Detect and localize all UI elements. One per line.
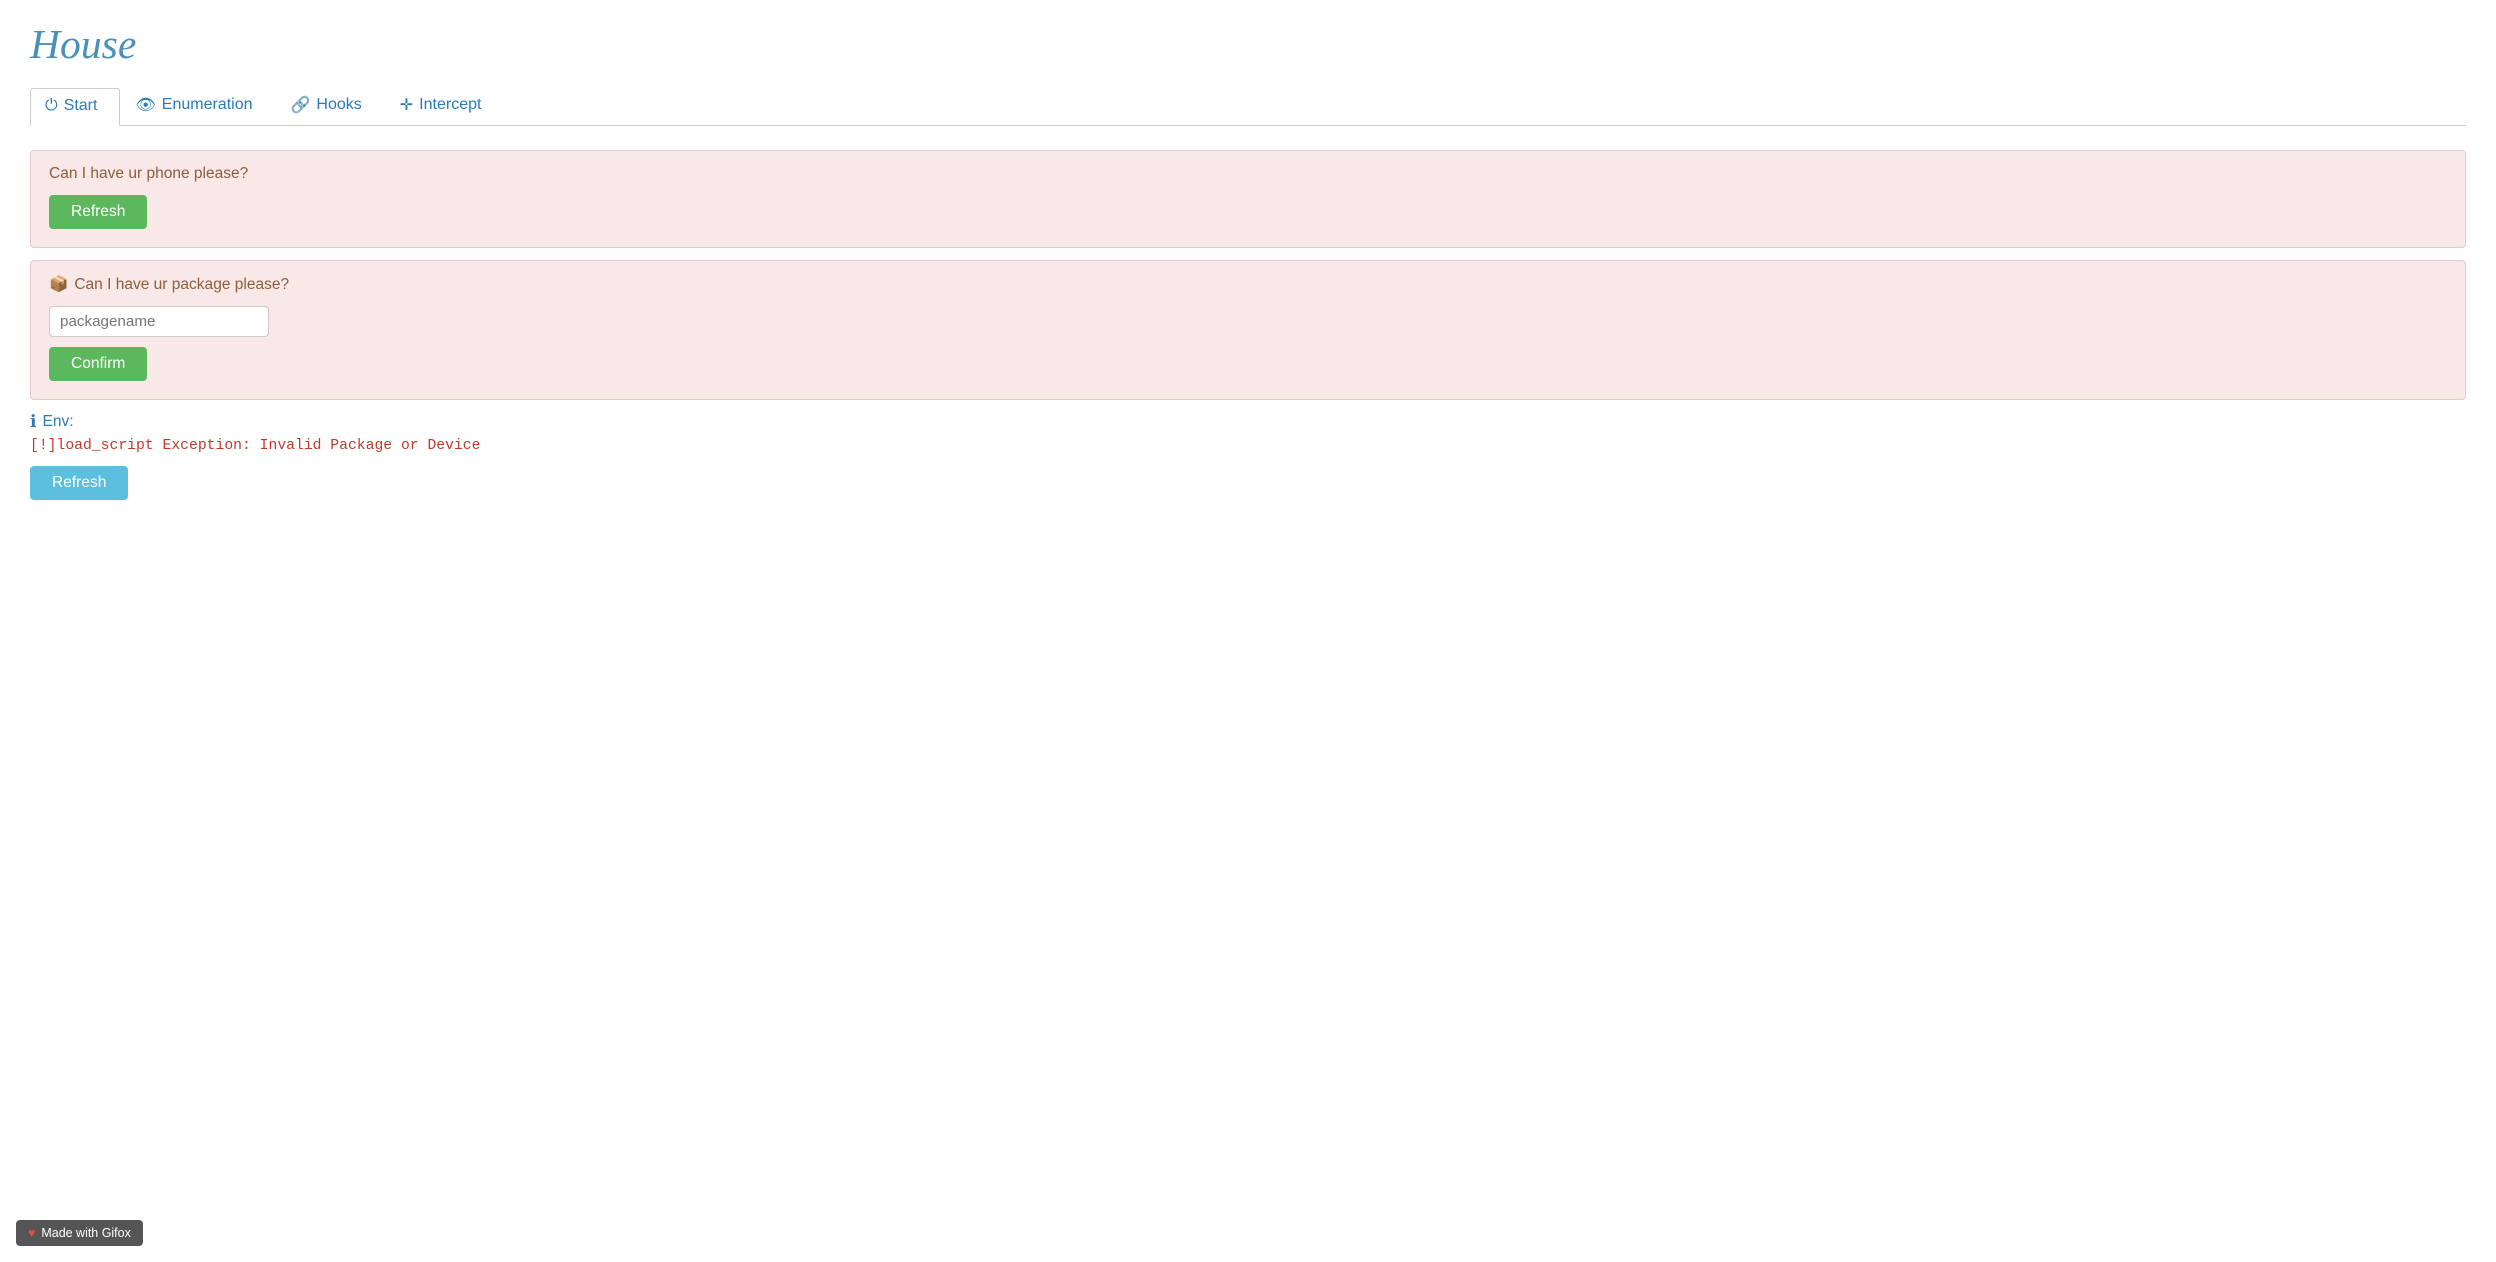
confirm-button[interactable]: Confirm xyxy=(49,347,147,381)
app-title: House xyxy=(30,20,2466,68)
env-section: ℹ Env: [!]load_script Exception: Invalid… xyxy=(30,412,2466,500)
package-section: 📦 Can I have ur package please? Confirm xyxy=(30,260,2466,400)
phone-section: Can I have ur phone please? Refresh xyxy=(30,150,2466,248)
tab-intercept[interactable]: ✛ Intercept xyxy=(385,86,505,125)
power-icon: ⏻ xyxy=(45,97,58,115)
env-label: ℹ Env: xyxy=(30,412,2466,432)
tab-start-label: Start xyxy=(64,97,98,115)
tab-start[interactable]: ⏻ Start xyxy=(30,88,120,126)
crosshair-icon: ✛ xyxy=(400,95,413,115)
eye-icon: 👁 xyxy=(135,95,155,115)
phone-section-label: Can I have ur phone please? xyxy=(49,165,2447,183)
phone-refresh-button[interactable]: Refresh xyxy=(49,195,147,229)
env-error-text: [!]load_script Exception: Invalid Packag… xyxy=(30,438,2466,454)
tab-enumeration-label: Enumeration xyxy=(162,96,253,114)
package-name-input[interactable] xyxy=(49,306,269,337)
package-section-label: 📦 Can I have ur package please? xyxy=(49,275,2447,294)
tab-hooks-label: Hooks xyxy=(316,96,361,114)
footer-text: Made with Gifox xyxy=(41,1226,130,1240)
package-icon: 📦 xyxy=(49,275,68,294)
tabs-bar: ⏻ Start 👁 Enumeration 🔗 Hooks ✛ Intercep… xyxy=(30,86,2466,126)
footer-badge: ♥ Made with Gifox xyxy=(16,1220,143,1246)
info-icon: ℹ xyxy=(30,412,36,432)
heart-icon: ♥ xyxy=(28,1226,35,1240)
hook-icon: 🔗 xyxy=(290,95,310,115)
env-refresh-button[interactable]: Refresh xyxy=(30,466,128,500)
tab-intercept-label: Intercept xyxy=(419,96,481,114)
tab-hooks[interactable]: 🔗 Hooks xyxy=(275,86,384,125)
tab-enumeration[interactable]: 👁 Enumeration xyxy=(120,86,275,125)
